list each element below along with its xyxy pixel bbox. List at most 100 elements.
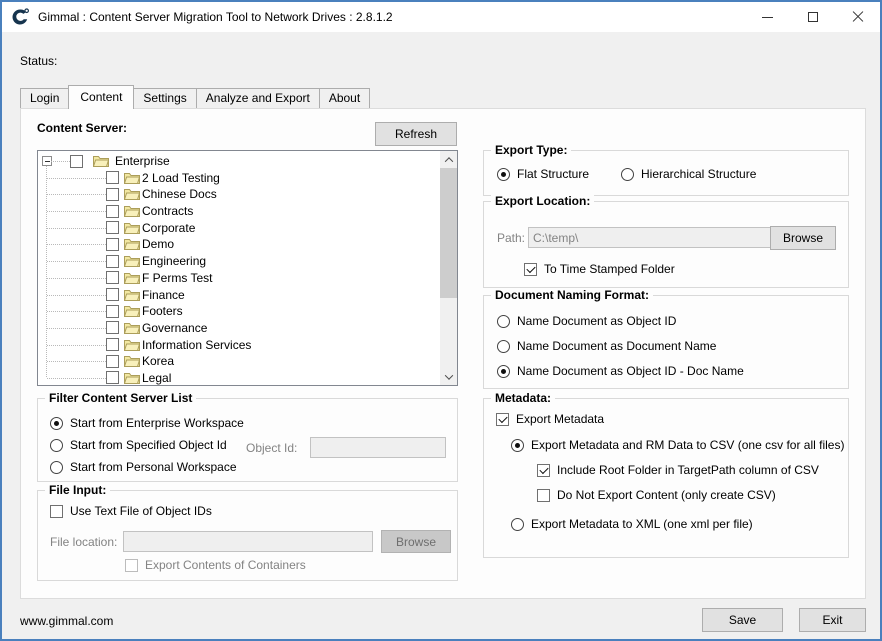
tree-item-checkbox[interactable]: [106, 305, 119, 318]
radio-name-object-id[interactable]: Name Document as Object ID: [497, 314, 676, 328]
radio-icon: [50, 461, 63, 474]
minimize-button[interactable]: [745, 2, 790, 32]
status-label: Status:: [20, 54, 57, 68]
tree-scrollbar[interactable]: [440, 151, 457, 385]
checkbox-icon: [50, 505, 63, 518]
gimmal-website-link[interactable]: www.gimmal.com: [20, 614, 113, 628]
object-id-input[interactable]: [310, 437, 446, 458]
tree-item[interactable]: Contracts: [38, 203, 440, 220]
content-server-label: Content Server:: [37, 121, 127, 135]
radio-hierarchical-structure[interactable]: Hierarchical Structure: [621, 167, 756, 181]
tree-item[interactable]: Footers: [38, 303, 440, 320]
tab-login[interactable]: Login: [20, 88, 69, 108]
tree-item-checkbox[interactable]: [106, 221, 119, 234]
exit-button[interactable]: Exit: [799, 608, 866, 632]
tree-item-checkbox[interactable]: [106, 355, 119, 368]
checkbox-icon: [537, 489, 550, 502]
folder-icon: [124, 354, 140, 367]
folder-icon: [124, 271, 140, 284]
export-type-group-title: Export Type:: [491, 143, 571, 157]
tree-item-label: Demo: [142, 237, 174, 251]
tree-item[interactable]: Information Services: [38, 337, 440, 354]
save-button[interactable]: Save: [702, 608, 783, 632]
radio-icon: [497, 365, 510, 378]
content-server-tree: Enterprise 2 Load Testing Chinese Docs: [37, 150, 458, 386]
folder-icon: [124, 171, 140, 184]
maximize-button[interactable]: [790, 2, 835, 32]
tree-item-label: Legal: [142, 371, 171, 385]
content-tab-page: Content Server: Refresh Enterprise 2 Loa…: [20, 108, 866, 599]
radio-icon: [497, 340, 510, 353]
path-label: Path:: [497, 231, 525, 245]
tree-item[interactable]: Korea: [38, 353, 440, 370]
scroll-down-icon[interactable]: [440, 368, 457, 385]
tree-item-label: Governance: [142, 321, 207, 335]
export-location-groupbox: Export Location: Path: Browse To Time St…: [483, 201, 849, 288]
file-browse-button[interactable]: Browse: [381, 530, 451, 553]
tree-item-checkbox[interactable]: [106, 271, 119, 284]
path-input[interactable]: [528, 227, 801, 248]
tree-item-checkbox[interactable]: [106, 321, 119, 334]
tab-analyze-and-export[interactable]: Analyze and Export: [196, 88, 320, 108]
folder-icon: [124, 304, 140, 317]
radio-export-xml[interactable]: Export Metadata to XML (one xml per file…: [511, 517, 753, 531]
maximize-icon: [808, 12, 818, 22]
radio-name-document-name[interactable]: Name Document as Document Name: [497, 339, 716, 353]
tree-item[interactable]: Finance: [38, 287, 440, 304]
radio-start-specified[interactable]: Start from Specified Object Id: [50, 438, 227, 452]
checkbox-time-stamped-folder[interactable]: To Time Stamped Folder: [524, 262, 675, 276]
tree-item[interactable]: 2 Load Testing: [38, 170, 440, 187]
tree-item-checkbox[interactable]: [106, 371, 119, 384]
checkbox-include-root-folder[interactable]: Include Root Folder in TargetPath column…: [537, 463, 819, 477]
tree-item-checkbox[interactable]: [106, 188, 119, 201]
tree-item[interactable]: Chinese Docs: [38, 186, 440, 203]
tree-item-checkbox[interactable]: [106, 255, 119, 268]
radio-start-enterprise[interactable]: Start from Enterprise Workspace: [50, 416, 244, 430]
window-title: Gimmal : Content Server Migration Tool t…: [38, 10, 393, 24]
checkbox-export-contents[interactable]: Export Contents of Containers: [125, 558, 306, 572]
checkbox-do-not-export-content[interactable]: Do Not Export Content (only create CSV): [537, 488, 776, 502]
tab-content[interactable]: Content: [68, 85, 134, 109]
tree-item-label: Enterprise: [115, 154, 170, 168]
object-id-label: Object Id:: [246, 441, 297, 455]
tree-item[interactable]: Corporate: [38, 220, 440, 237]
folder-icon: [124, 288, 140, 301]
tree-item-checkbox[interactable]: [106, 171, 119, 184]
checkbox-use-text-file[interactable]: Use Text File of Object IDs: [50, 504, 212, 518]
tree-item-checkbox[interactable]: [106, 338, 119, 351]
radio-icon: [497, 315, 510, 328]
tree-rows: Enterprise 2 Load Testing Chinese Docs: [38, 153, 440, 387]
radio-name-object-id-doc-name[interactable]: Name Document as Object ID - Doc Name: [497, 364, 744, 378]
folder-icon: [124, 221, 140, 234]
title-bar: Gimmal : Content Server Migration Tool t…: [2, 2, 880, 32]
checkbox-icon: [496, 413, 509, 426]
radio-start-personal[interactable]: Start from Personal Workspace: [50, 460, 237, 474]
tree-item-checkbox[interactable]: [70, 155, 83, 168]
radio-export-csv[interactable]: Export Metadata and RM Data to CSV (one …: [511, 438, 844, 452]
folder-icon: [124, 371, 140, 384]
tree-item[interactable]: Engineering: [38, 253, 440, 270]
radio-flat-structure[interactable]: Flat Structure: [497, 167, 589, 181]
tree-item-checkbox[interactable]: [106, 205, 119, 218]
tree-item[interactable]: F Perms Test: [38, 270, 440, 287]
tree-item-checkbox[interactable]: [106, 238, 119, 251]
checkbox-icon: [524, 263, 537, 276]
radio-icon: [621, 168, 634, 181]
refresh-button[interactable]: Refresh: [375, 122, 457, 146]
tree-item[interactable]: Enterprise: [38, 153, 440, 170]
radio-icon: [497, 168, 510, 181]
checkbox-export-metadata[interactable]: Export Metadata: [496, 412, 604, 426]
scrollbar-thumb[interactable]: [440, 168, 457, 298]
scroll-up-icon[interactable]: [440, 151, 457, 168]
folder-icon: [93, 154, 109, 167]
tree-item[interactable]: Governance: [38, 320, 440, 337]
tree-item[interactable]: Demo: [38, 236, 440, 253]
file-location-input[interactable]: [123, 531, 373, 552]
close-button[interactable]: [835, 2, 880, 32]
tab-settings[interactable]: Settings: [133, 88, 196, 108]
file-location-label: File location:: [50, 535, 117, 549]
tree-item[interactable]: Legal: [38, 370, 440, 387]
location-browse-button[interactable]: Browse: [770, 226, 836, 250]
tab-about[interactable]: About: [319, 88, 370, 108]
tree-item-checkbox[interactable]: [106, 288, 119, 301]
